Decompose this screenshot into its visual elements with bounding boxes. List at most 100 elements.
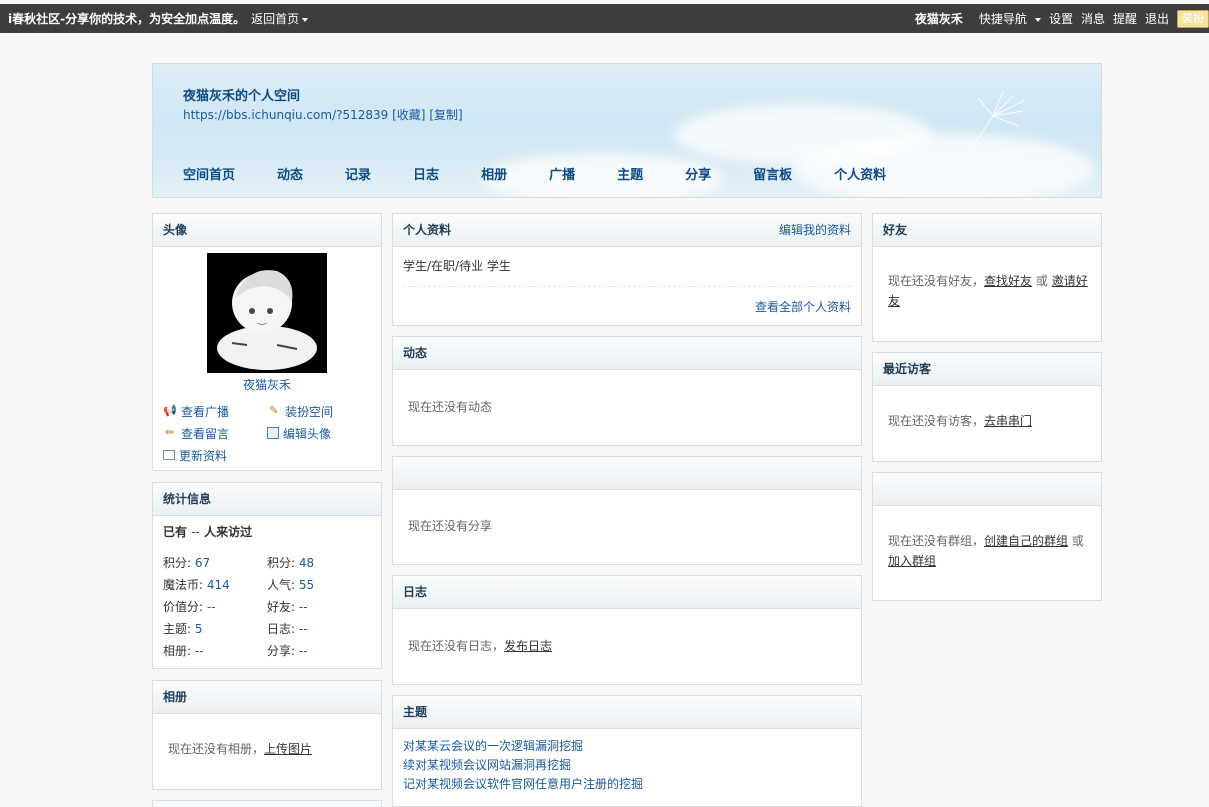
- megaphone-icon: 📢: [163, 404, 177, 417]
- nav-share[interactable]: 分享: [685, 164, 711, 183]
- share-box: 现在还没有分享: [392, 456, 862, 565]
- stat-item: 主题: 5: [163, 620, 267, 636]
- stat-item: 人气: 55: [267, 576, 371, 592]
- edit-avatar-link[interactable]: 编辑头像: [267, 425, 371, 442]
- edit-avatar-label: 编辑头像: [283, 426, 332, 441]
- stat-value: --: [298, 600, 308, 614]
- avatar[interactable]: [207, 253, 327, 373]
- groups-box: 现在还没有群组，创建自己的群组 或 加入群组: [872, 472, 1102, 601]
- space-url-text[interactable]: https://bbs.ichunqiu.com/?512839: [183, 108, 388, 122]
- go-visit-link[interactable]: 去串串门: [984, 414, 1032, 428]
- nav-records[interactable]: 记录: [345, 164, 371, 183]
- back-home-link[interactable]: 返回首页: [251, 10, 309, 27]
- stats-grid: 积分: 67 积分: 48 魔法币: 414 人气: 55 价值分: -- 好友…: [163, 554, 373, 658]
- publish-blog-link[interactable]: 发布日志: [504, 639, 552, 653]
- avatar-image: [207, 253, 327, 373]
- visitors-empty-text: 现在还没有访客，: [888, 414, 985, 428]
- join-group-link[interactable]: 加入群组: [888, 554, 936, 568]
- decorate-space-link[interactable]: ✎ 装扮空间: [267, 403, 371, 420]
- album-box-title: 相册: [153, 681, 381, 714]
- update-profile-link[interactable]: 更新资料: [163, 447, 267, 464]
- view-all-profile-link[interactable]: 查看全部个人资料: [403, 298, 851, 315]
- nav-threads[interactable]: 主题: [617, 164, 643, 183]
- stat-value: 414: [206, 578, 230, 592]
- logout-link[interactable]: 退出: [1145, 10, 1169, 27]
- messages-link[interactable]: 消息: [1081, 10, 1105, 27]
- avatar-box-title: 头像: [153, 214, 381, 247]
- thread-item[interactable]: 记对某视频会议软件官网任意用户注册的挖掘: [403, 775, 851, 794]
- avatar-username[interactable]: 夜猫灰禾: [153, 376, 381, 393]
- decorate-badge-button[interactable]: 装扮: [1177, 9, 1209, 28]
- username-link[interactable]: 夜猫灰禾: [915, 10, 963, 27]
- stat-item: 积分: 48: [267, 554, 371, 570]
- blog-empty-message: 现在还没有日志，发布日志: [393, 609, 861, 654]
- edit-profile-link[interactable]: 编辑我的资料: [779, 214, 851, 246]
- top-bar: i春秋社区-分享你的技术，为安全加点温度。 返回首页 夜猫灰禾 快捷导航 设置 …: [0, 4, 1209, 33]
- nav-profile[interactable]: 个人资料: [834, 164, 886, 183]
- nav-album[interactable]: 相册: [481, 164, 507, 183]
- stats-content: 已有 -- 人来访过 积分: 67 积分: 48 魔法币: 414 人气: 55…: [163, 523, 373, 658]
- decorate-space-label: 装扮空间: [285, 404, 334, 419]
- threads-box-title: 主题: [393, 696, 861, 729]
- friends-box: 好友 现在还没有好友，查找好友 或 邀请好友: [872, 213, 1102, 342]
- thread-item[interactable]: 对某某云会议的一次逻辑漏洞挖掘: [403, 737, 851, 756]
- find-friends-link[interactable]: 查找好友: [984, 274, 1032, 288]
- space-url: https://bbs.ichunqiu.com/?512839 [收藏] [复…: [183, 106, 463, 123]
- pencil-icon: ✏: [165, 426, 175, 439]
- copy-link[interactable]: [复制]: [429, 108, 462, 122]
- nav-broadcast[interactable]: 广播: [549, 164, 575, 183]
- visitors-box-title: 最近访客: [873, 353, 1101, 386]
- or-text: 或: [1071, 534, 1084, 548]
- view-broadcast-link[interactable]: 📢 查看广播: [163, 403, 267, 420]
- stat-value: --: [298, 644, 308, 658]
- nav-guestbook[interactable]: 留言板: [753, 164, 792, 183]
- nav-blog[interactable]: 日志: [413, 164, 439, 183]
- stat-item: 好友: --: [267, 598, 371, 614]
- stat-value: --: [298, 622, 308, 636]
- stat-label: 主题:: [163, 622, 192, 636]
- space-header-banner: 夜猫灰禾的个人空间 https://bbs.ichunqiu.com/?5128…: [152, 63, 1102, 198]
- reminders-link[interactable]: 提醒: [1113, 10, 1137, 27]
- nav-space-home[interactable]: 空间首页: [183, 164, 235, 183]
- friends-box-title: 好友: [873, 214, 1101, 247]
- site-title[interactable]: i春秋社区-分享你的技术，为安全加点温度。: [8, 10, 245, 27]
- album-box: 相册 现在还没有相册，上传图片: [152, 680, 382, 790]
- feed-box: 动态 现在还没有动态: [392, 336, 862, 446]
- threads-box: 主题 对某某云会议的一次逻辑漏洞挖掘 续对某视频会议网站漏洞再挖掘 记对某视频会…: [392, 695, 862, 807]
- view-broadcast-label: 查看广播: [181, 404, 230, 419]
- stat-value: --: [206, 600, 216, 614]
- visitors-empty-message: 现在还没有访客，去串串门: [873, 386, 1101, 429]
- thread-item[interactable]: 续对某视频会议网站漏洞再挖掘: [403, 756, 851, 775]
- album-empty-text: 现在还没有相册，: [168, 742, 265, 756]
- settings-link[interactable]: 设置: [1049, 10, 1073, 27]
- visitors-box: 最近访客 现在还没有访客，去串串门: [872, 352, 1102, 462]
- space-title: 夜猫灰禾的个人空间: [183, 89, 301, 104]
- profile-box: 个人资料 编辑我的资料 学生/在职/待业 学生 查看全部个人资料: [392, 213, 862, 326]
- stat-value: 67: [194, 556, 211, 570]
- visits-prefix: 已有: [163, 525, 188, 539]
- nav-feed[interactable]: 动态: [277, 164, 303, 183]
- favorite-link[interactable]: [收藏]: [392, 108, 425, 122]
- upload-image-link[interactable]: 上传图片: [264, 742, 312, 756]
- dandelion-icon: [962, 90, 1026, 162]
- visits-count: 已有 -- 人来访过: [163, 523, 373, 540]
- stats-box: 统计信息 已有 -- 人来访过 积分: 67 积分: 48 魔法币: 414 人…: [152, 482, 382, 669]
- stat-label: 积分:: [163, 556, 192, 570]
- chevron-down-icon: [1034, 17, 1041, 22]
- next-box-partial: [152, 800, 382, 807]
- stat-label: 价值分:: [163, 600, 204, 614]
- back-home-label: 返回首页: [251, 12, 300, 26]
- stat-item: 日志: --: [267, 620, 371, 636]
- view-messages-link[interactable]: ✏ 查看留言: [163, 425, 267, 442]
- view-messages-label: 查看留言: [181, 426, 230, 441]
- stat-item: 魔法币: 414: [163, 576, 267, 592]
- profile-content: 学生/在职/待业 学生 查看全部个人资料: [393, 247, 861, 315]
- create-group-link[interactable]: 创建自己的群组: [984, 534, 1068, 548]
- friends-empty-text: 现在还没有好友，: [888, 274, 985, 288]
- album-empty-message: 现在还没有相册，上传图片: [153, 714, 381, 757]
- picture-icon: [267, 427, 279, 439]
- feed-box-title: 动态: [393, 337, 861, 370]
- share-box-title: [393, 457, 861, 490]
- avatar-box: 头像 夜猫灰禾 📢 查看广播 ✎ 装扮空间 ✏ 查看留言 编辑头像 更新资料: [152, 213, 382, 471]
- quick-nav-menu[interactable]: 快捷导航: [971, 10, 1041, 27]
